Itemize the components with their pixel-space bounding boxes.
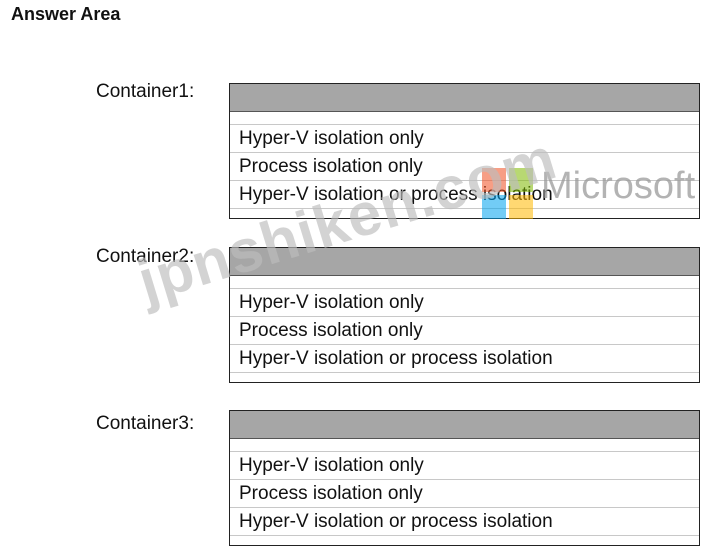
logo-square	[509, 195, 533, 219]
dropdown-header[interactable]	[230, 84, 699, 112]
microsoft-watermark-text: Microsoft	[541, 165, 696, 207]
dropdown-spacer	[230, 112, 699, 125]
option-process-only[interactable]: Process isolation only	[230, 317, 699, 345]
dropdown-tail	[230, 536, 699, 548]
option-hyperv-only[interactable]: Hyper-V isolation only	[230, 125, 699, 153]
option-process-only[interactable]: Process isolation only	[230, 480, 699, 508]
container2-label: Container2:	[96, 246, 195, 267]
dropdown-tail	[230, 209, 699, 221]
dropdown-header[interactable]	[230, 248, 699, 276]
logo-square	[509, 168, 533, 192]
dropdown-spacer	[230, 276, 699, 289]
logo-square	[482, 195, 506, 219]
answer-area-title: Answer Area	[11, 4, 121, 24]
container1-label: Container1:	[96, 81, 195, 102]
option-hyperv-only[interactable]: Hyper-V isolation only	[230, 289, 699, 317]
container3-dropdown[interactable]: Hyper-V isolation only Process isolation…	[229, 410, 700, 546]
dropdown-spacer	[230, 439, 699, 452]
dropdown-header[interactable]	[230, 411, 699, 439]
dropdown-tail	[230, 373, 699, 385]
microsoft-logo-icon	[482, 168, 534, 220]
logo-square	[482, 168, 506, 192]
option-hyperv-or-process[interactable]: Hyper-V isolation or process isolation	[230, 508, 699, 536]
option-hyperv-or-process[interactable]: Hyper-V isolation or process isolation	[230, 345, 699, 373]
container2-dropdown[interactable]: Hyper-V isolation only Process isolation…	[229, 247, 700, 383]
container3-label: Container3:	[96, 413, 195, 434]
option-hyperv-only[interactable]: Hyper-V isolation only	[230, 452, 699, 480]
